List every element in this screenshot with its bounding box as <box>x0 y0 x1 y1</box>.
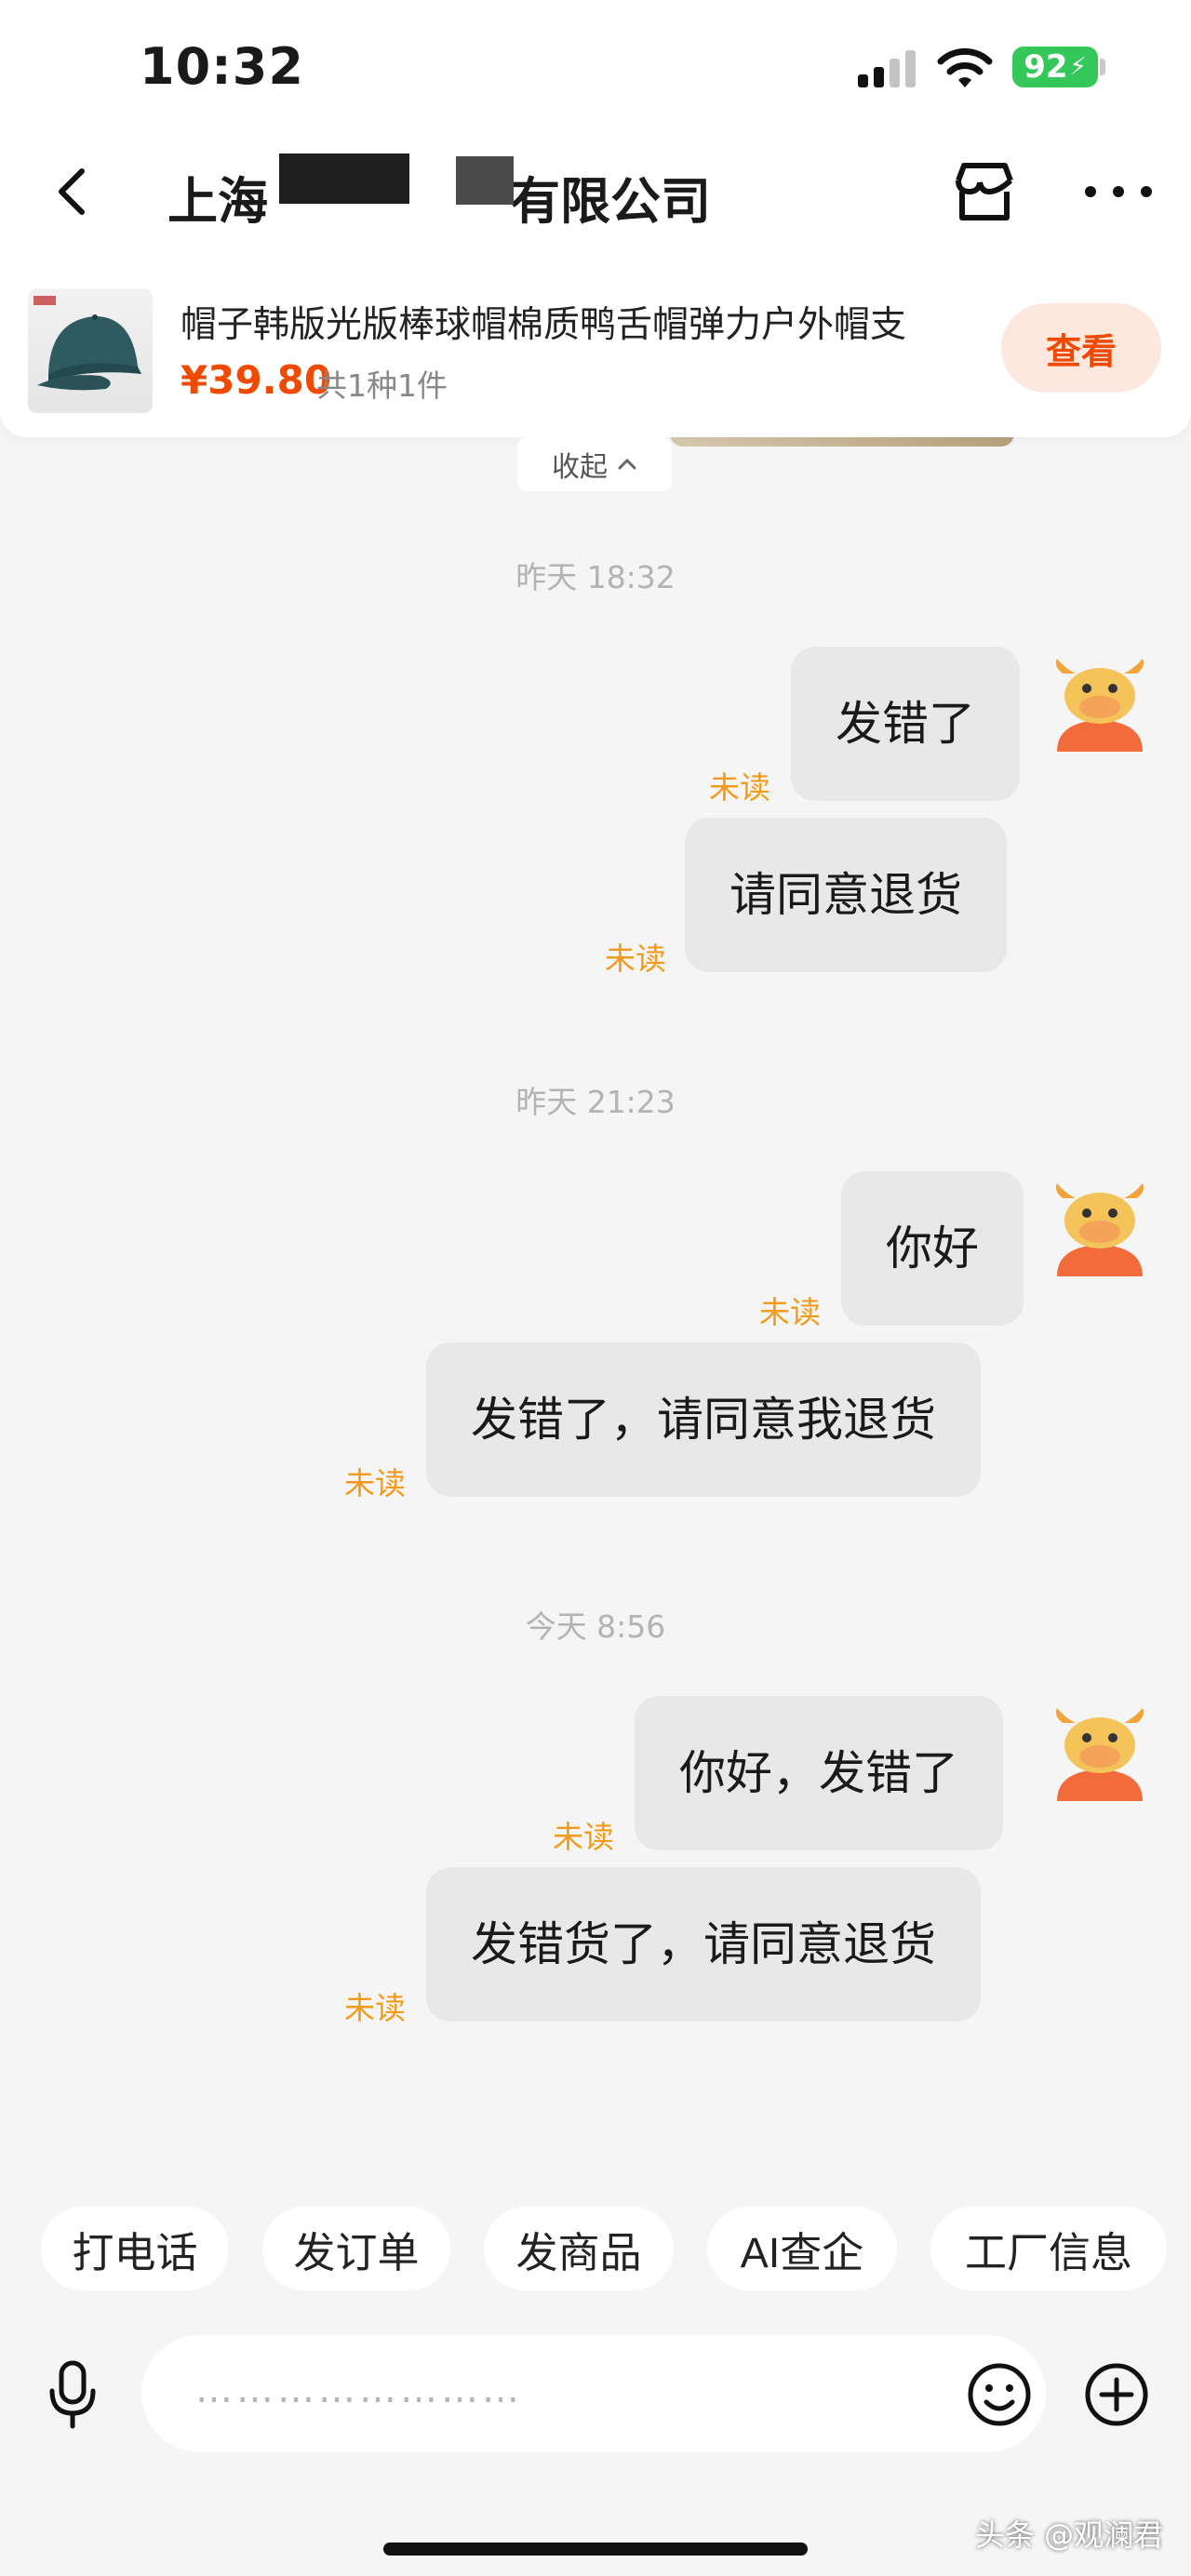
unread-label: 未读 <box>344 1465 406 1502</box>
chat-bubble[interactable]: 发错了，请同意我退货 <box>426 1342 981 1497</box>
shop-title: 上海 有限公司 <box>167 160 711 234</box>
chat-bubble[interactable]: 发错了 <box>791 647 1020 801</box>
product-name[interactable]: 帽子韩版光版棒球帽棉质鸭舌帽弹力户外帽支 <box>181 296 962 348</box>
collapse-label: 收起 <box>552 451 608 484</box>
quick-action-ai-company-check[interactable]: AI查企 <box>707 2207 897 2290</box>
view-product-button[interactable]: 查看 <box>1001 303 1161 393</box>
collapse-button[interactable]: 收起 <box>517 437 672 491</box>
battery-level: 92 ⚡ <box>1012 47 1098 87</box>
product-quantity: 共1种1件 <box>316 367 448 404</box>
unread-label: 未读 <box>709 769 770 806</box>
unread-label: 未读 <box>344 1990 406 2026</box>
microphone-icon[interactable] <box>45 2359 100 2430</box>
quick-action-call[interactable]: 打电话 <box>41 2207 229 2290</box>
quick-action-factory-info[interactable]: 工厂信息 <box>930 2207 1167 2290</box>
shop-title-prefix: 上海 <box>167 172 268 231</box>
unread-label: 未读 <box>553 1819 614 1855</box>
store-icon[interactable] <box>951 160 1018 223</box>
unread-label: 未读 <box>759 1294 821 1330</box>
message-timestamp: 昨天 18:32 <box>515 559 676 595</box>
cellular-signal-icon <box>858 48 917 87</box>
chat-bubble[interactable]: 你好，发错了 <box>635 1696 1003 1850</box>
chat-bubble[interactable]: 你好 <box>841 1171 1024 1326</box>
battery-tip <box>1100 59 1105 75</box>
cow-avatar-icon[interactable] <box>1048 647 1152 752</box>
message-input-placeholder: …………………… <box>195 2369 523 2411</box>
product-price: ¥39.80 <box>181 357 332 403</box>
quick-action-send-order[interactable]: 发订单 <box>262 2207 450 2290</box>
watermark: 头条 @观澜君 <box>975 2517 1164 2553</box>
unread-label: 未读 <box>605 941 666 977</box>
chat-bubble[interactable]: 发错货了，请同意退货 <box>426 1867 981 2022</box>
baseball-cap-image <box>33 296 141 391</box>
redaction-block <box>456 156 514 205</box>
back-chevron-icon[interactable] <box>47 164 102 220</box>
battery-percent: 92 <box>1024 48 1068 86</box>
message-timestamp: 今天 8:56 <box>525 1608 666 1645</box>
charging-bolt-icon: ⚡ <box>1069 53 1087 81</box>
cow-avatar-icon[interactable] <box>1048 1697 1152 1801</box>
more-icon[interactable] <box>1083 182 1154 201</box>
chat-bubble[interactable]: 请同意退货 <box>685 818 1007 972</box>
redaction-block <box>279 153 409 204</box>
chevron-up-icon <box>618 458 636 470</box>
product-thumbnail[interactable] <box>28 288 153 413</box>
plus-icon[interactable] <box>1083 2361 1150 2428</box>
shop-title-suffix: 有限公司 <box>510 172 711 231</box>
quick-action-send-product[interactable]: 发商品 <box>484 2207 674 2290</box>
emoji-icon[interactable] <box>966 2361 1033 2428</box>
wifi-icon <box>937 47 993 87</box>
message-timestamp: 昨天 21:23 <box>515 1084 676 1120</box>
cow-avatar-icon[interactable] <box>1048 1172 1152 1276</box>
status-time: 10:32 <box>140 37 304 96</box>
home-indicator[interactable] <box>383 2543 808 2556</box>
